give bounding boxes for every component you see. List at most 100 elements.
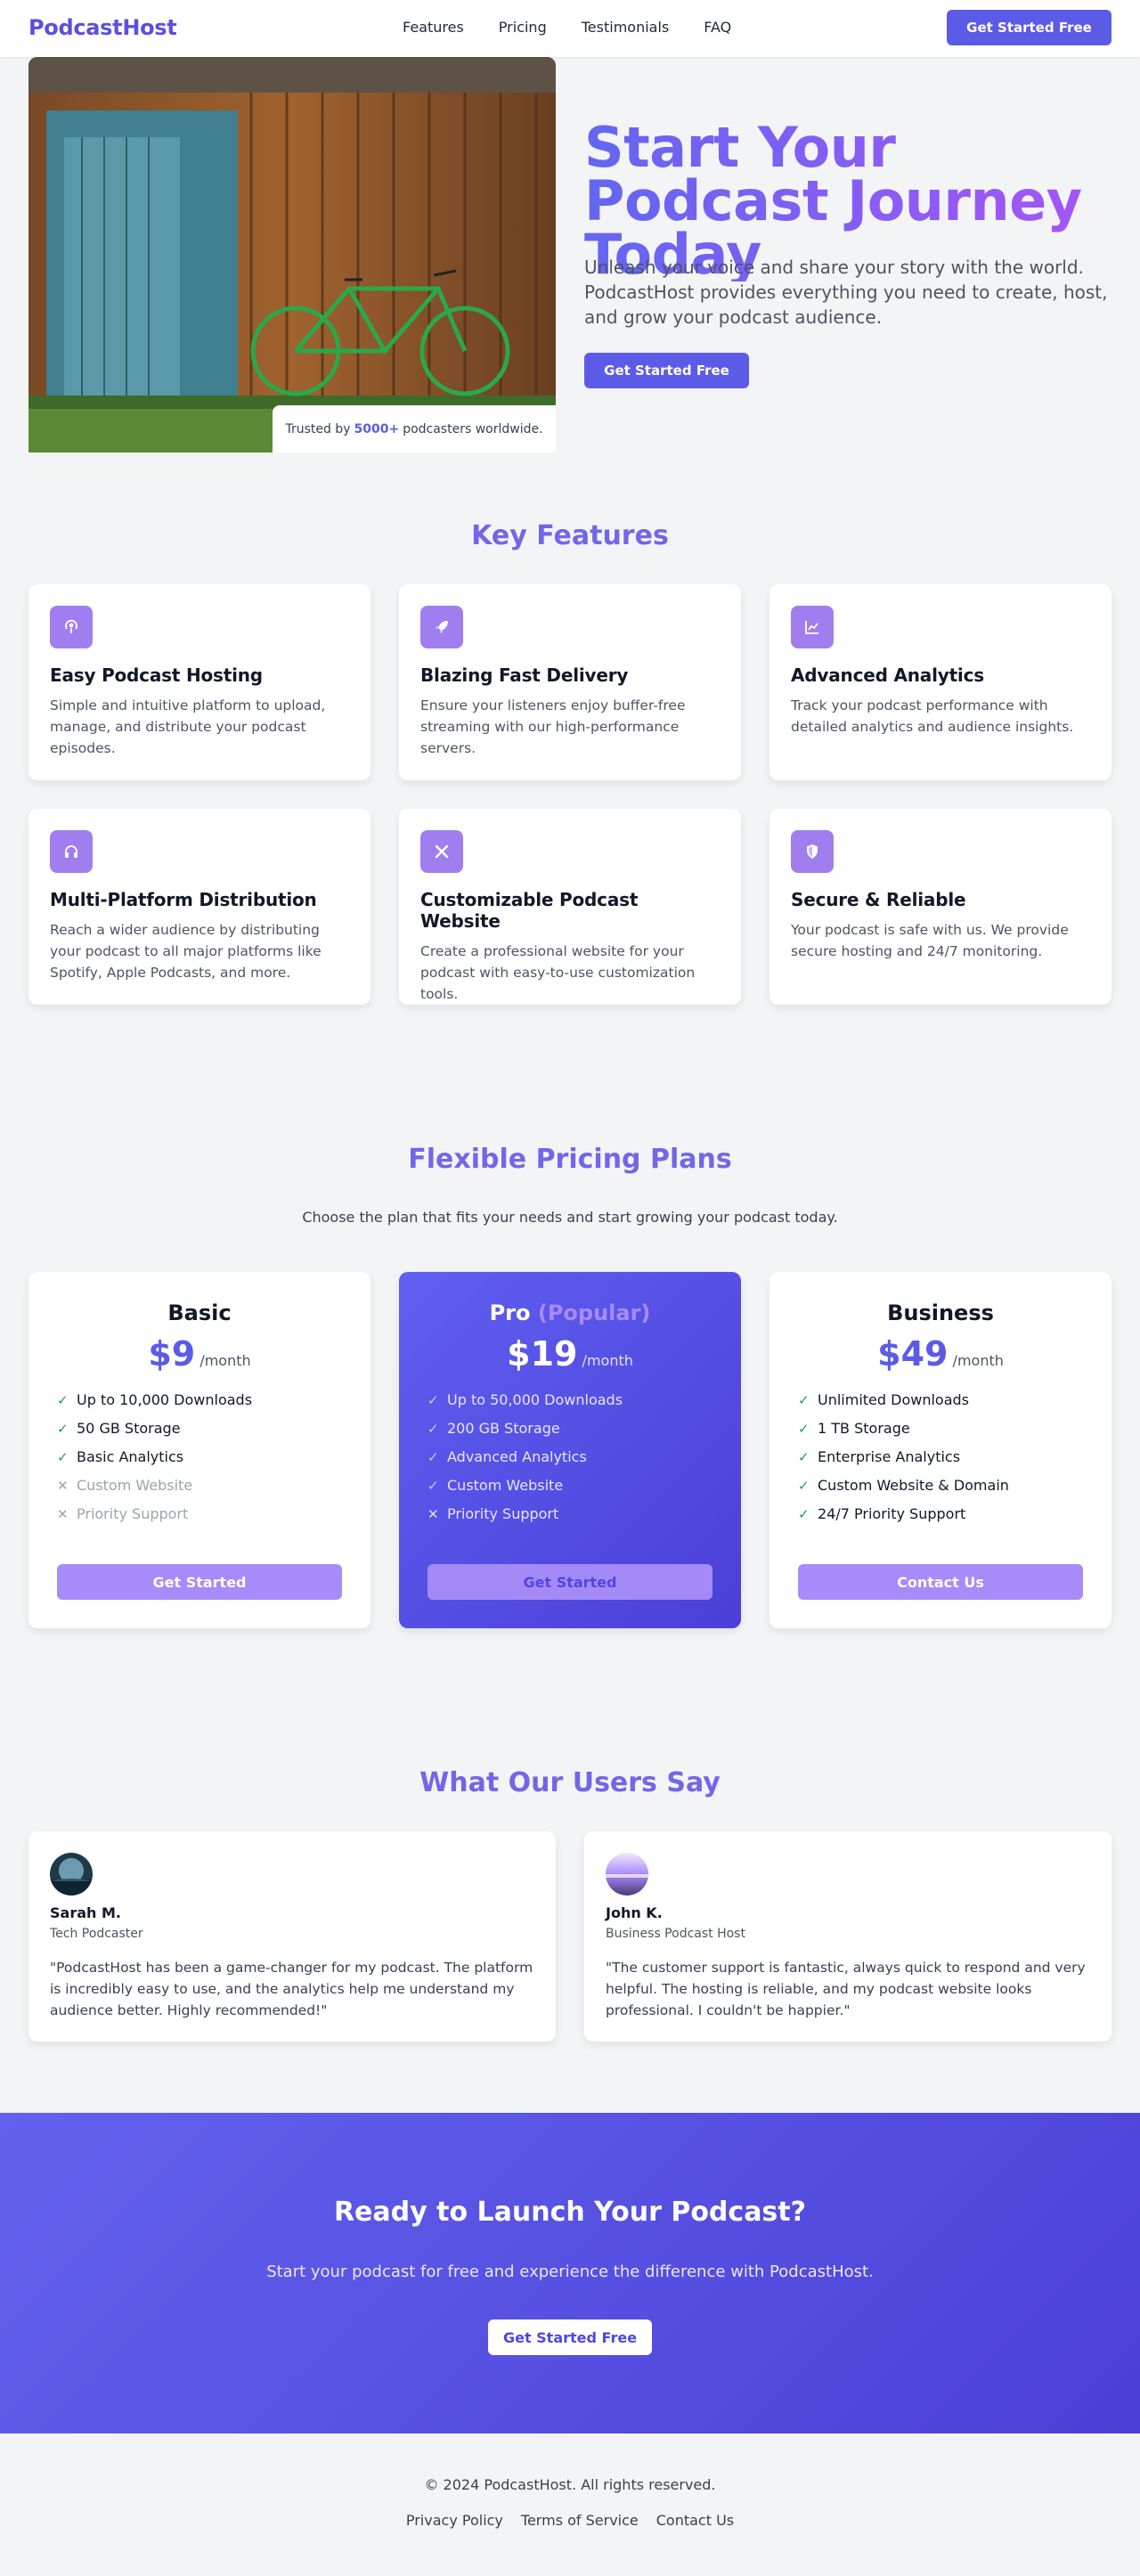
plan-feature-text: Custom Website & Domain: [818, 1477, 1009, 1494]
plan-name-text: Basic: [167, 1300, 232, 1325]
plan-features: ✓ Up to 50,000 Downloads ✓ 200 GB Storage …: [428, 1386, 712, 1528]
plan-card-business: Business $49 /month ✓ Unlimited Downloads…: [770, 1272, 1112, 1628]
footer-link-contact[interactable]: Contact Us: [656, 2512, 734, 2529]
hero-photo-illustration: [28, 57, 556, 452]
avatar: [50, 1853, 93, 1895]
headphones-icon: [50, 830, 93, 873]
plan-feature: ✕ Priority Support: [57, 1500, 342, 1528]
plan-feature-text: Custom Website: [77, 1477, 193, 1494]
plan-feature: ✓ Custom Website & Domain: [798, 1471, 1083, 1500]
plan-feature-text: 1 TB Storage: [818, 1420, 910, 1437]
feature-text: Create a professional website for your p…: [420, 943, 696, 1002]
plan-price: $19 /month: [428, 1334, 712, 1374]
plan-price-period: /month: [952, 1352, 1004, 1369]
cta-subtitle: Start your podcast for free and experien…: [266, 2262, 874, 2281]
cta-get-started-button[interactable]: Get Started Free: [488, 2319, 652, 2355]
feature-card: Advanced Analytics Track your podcast pe…: [770, 584, 1112, 780]
x-icon: ✕: [57, 1506, 69, 1522]
plan-feature-text: 24/7 Priority Support: [818, 1505, 966, 1522]
top-navbar: PodcastHost Features Pricing Testimonial…: [0, 0, 1140, 57]
pricing-title: Flexible Pricing Plans: [408, 1144, 732, 1175]
plan-price-amount: $9: [148, 1334, 196, 1374]
plan-feature-text: Priority Support: [447, 1505, 559, 1522]
x-icon: ✕: [428, 1506, 439, 1522]
plan-feature: ✕ Priority Support: [428, 1500, 712, 1528]
plan-price: $49 /month: [798, 1334, 1083, 1374]
feature-title: Advanced Analytics: [791, 664, 984, 686]
feature-text: Reach a wider audience by distributing y…: [50, 922, 322, 981]
plan-card-basic: Basic $9 /month ✓ Up to 10,000 Downloads …: [28, 1272, 370, 1628]
footer-copyright: © 2024 PodcastHost. All rights reserved.: [424, 2476, 716, 2493]
plan-feature: ✓ 24/7 Priority Support: [798, 1500, 1083, 1528]
nav-link-pricing[interactable]: Pricing: [499, 19, 547, 36]
testimonial-role: Tech Podcaster: [50, 1927, 143, 1941]
feature-title: Secure & Reliable: [791, 889, 966, 910]
nav-get-started-button[interactable]: Get Started Free: [947, 10, 1112, 45]
feature-card: Multi-Platform Distribution Reach a wide…: [28, 809, 370, 1005]
plan-feature: ✓ Enterprise Analytics: [798, 1443, 1083, 1471]
plan-feature-text: Basic Analytics: [77, 1448, 184, 1465]
feature-card: Customizable Podcast Website Create a pr…: [399, 809, 741, 1005]
business-contact-button[interactable]: Contact Us: [798, 1564, 1083, 1600]
plan-price-amount: $49: [877, 1334, 949, 1374]
trust-badge: Trusted by 5000+ podcasters worldwide.: [273, 405, 556, 452]
plan-feature: ✓ Up to 50,000 Downloads: [428, 1386, 712, 1414]
plan-price-amount: $19: [507, 1334, 578, 1374]
plan-name: Basic: [57, 1300, 342, 1325]
plan-name: Business: [798, 1300, 1083, 1325]
footer-links: Privacy Policy Terms of Service Contact …: [0, 2512, 1140, 2529]
check-icon: ✓: [798, 1392, 810, 1408]
plan-feature-text: Up to 10,000 Downloads: [77, 1391, 253, 1408]
testimonial-name: John K.: [606, 1904, 663, 1921]
plan-price-period: /month: [200, 1352, 251, 1369]
feature-title: Customizable Podcast Website: [420, 889, 639, 932]
plan-feature: ✓ Basic Analytics: [57, 1443, 342, 1471]
trust-prefix: Trusted by: [285, 421, 351, 436]
plan-feature: ✓ Up to 10,000 Downloads: [57, 1386, 342, 1414]
cta-title: Ready to Launch Your Podcast?: [333, 2197, 807, 2228]
feature-title: Blazing Fast Delivery: [420, 664, 629, 686]
feature-card: Secure & Reliable Your podcast is safe w…: [770, 809, 1112, 1005]
pro-get-started-button[interactable]: Get Started: [428, 1564, 712, 1600]
trust-suffix: podcasters worldwide.: [403, 421, 543, 436]
plan-feature: ✓ Unlimited Downloads: [798, 1386, 1083, 1414]
plan-feature-text: 50 GB Storage: [77, 1420, 181, 1437]
tools-icon: [420, 830, 463, 873]
testimonial-name: Sarah M.: [50, 1904, 121, 1921]
check-icon: ✓: [798, 1449, 810, 1465]
feature-text: Ensure your listeners enjoy buffer-free …: [420, 697, 686, 756]
plan-feature: ✓ 50 GB Storage: [57, 1414, 342, 1443]
plan-feature-text: Custom Website: [447, 1477, 564, 1494]
testimonial-card: John K. Business Podcast Host "The custo…: [584, 1831, 1112, 2042]
check-icon: ✓: [798, 1478, 810, 1494]
nav-link-faq[interactable]: FAQ: [704, 19, 731, 36]
nav-link-features[interactable]: Features: [403, 19, 464, 36]
check-icon: ✓: [428, 1392, 439, 1408]
plan-price-period: /month: [582, 1352, 633, 1369]
shield-icon: [791, 830, 834, 873]
plan-feature-text: Priority Support: [77, 1505, 189, 1522]
hero-subtitle: Unleash your voice and share your story …: [584, 257, 1108, 328]
testimonials-title: What Our Users Say: [419, 1767, 721, 1798]
testimonial-card: Sarah M. Tech Podcaster "PodcastHost has…: [28, 1831, 556, 2042]
hero-get-started-button[interactable]: Get Started Free: [584, 353, 749, 388]
chart-line-icon: [791, 606, 834, 648]
plan-feature-text: 200 GB Storage: [447, 1420, 560, 1437]
testimonial-quote: "The customer support is fantastic, alwa…: [606, 1960, 1086, 2018]
plan-feature: ✓ 200 GB Storage: [428, 1414, 712, 1443]
feature-title: Multi-Platform Distribution: [50, 889, 317, 910]
brand-logo[interactable]: PodcastHost: [28, 15, 177, 40]
features-title: Key Features: [471, 520, 669, 551]
plan-features: ✓ Up to 10,000 Downloads ✓ 50 GB Storage ✓…: [57, 1386, 342, 1528]
basic-get-started-button[interactable]: Get Started: [57, 1564, 342, 1600]
check-icon: ✓: [57, 1421, 69, 1437]
rocket-icon: [420, 606, 463, 648]
check-icon: ✓: [57, 1449, 69, 1465]
feature-title: Easy Podcast Hosting: [50, 664, 263, 686]
footer-link-terms[interactable]: Terms of Service: [521, 2512, 639, 2529]
plan-features: ✓ Unlimited Downloads ✓ 1 TB Storage ✓ Ente…: [798, 1386, 1083, 1528]
footer-link-privacy[interactable]: Privacy Policy: [406, 2512, 503, 2529]
check-icon: ✓: [428, 1478, 439, 1494]
nav-link-testimonials[interactable]: Testimonials: [582, 19, 670, 36]
plan-feature: ✓ 1 TB Storage: [798, 1414, 1083, 1443]
